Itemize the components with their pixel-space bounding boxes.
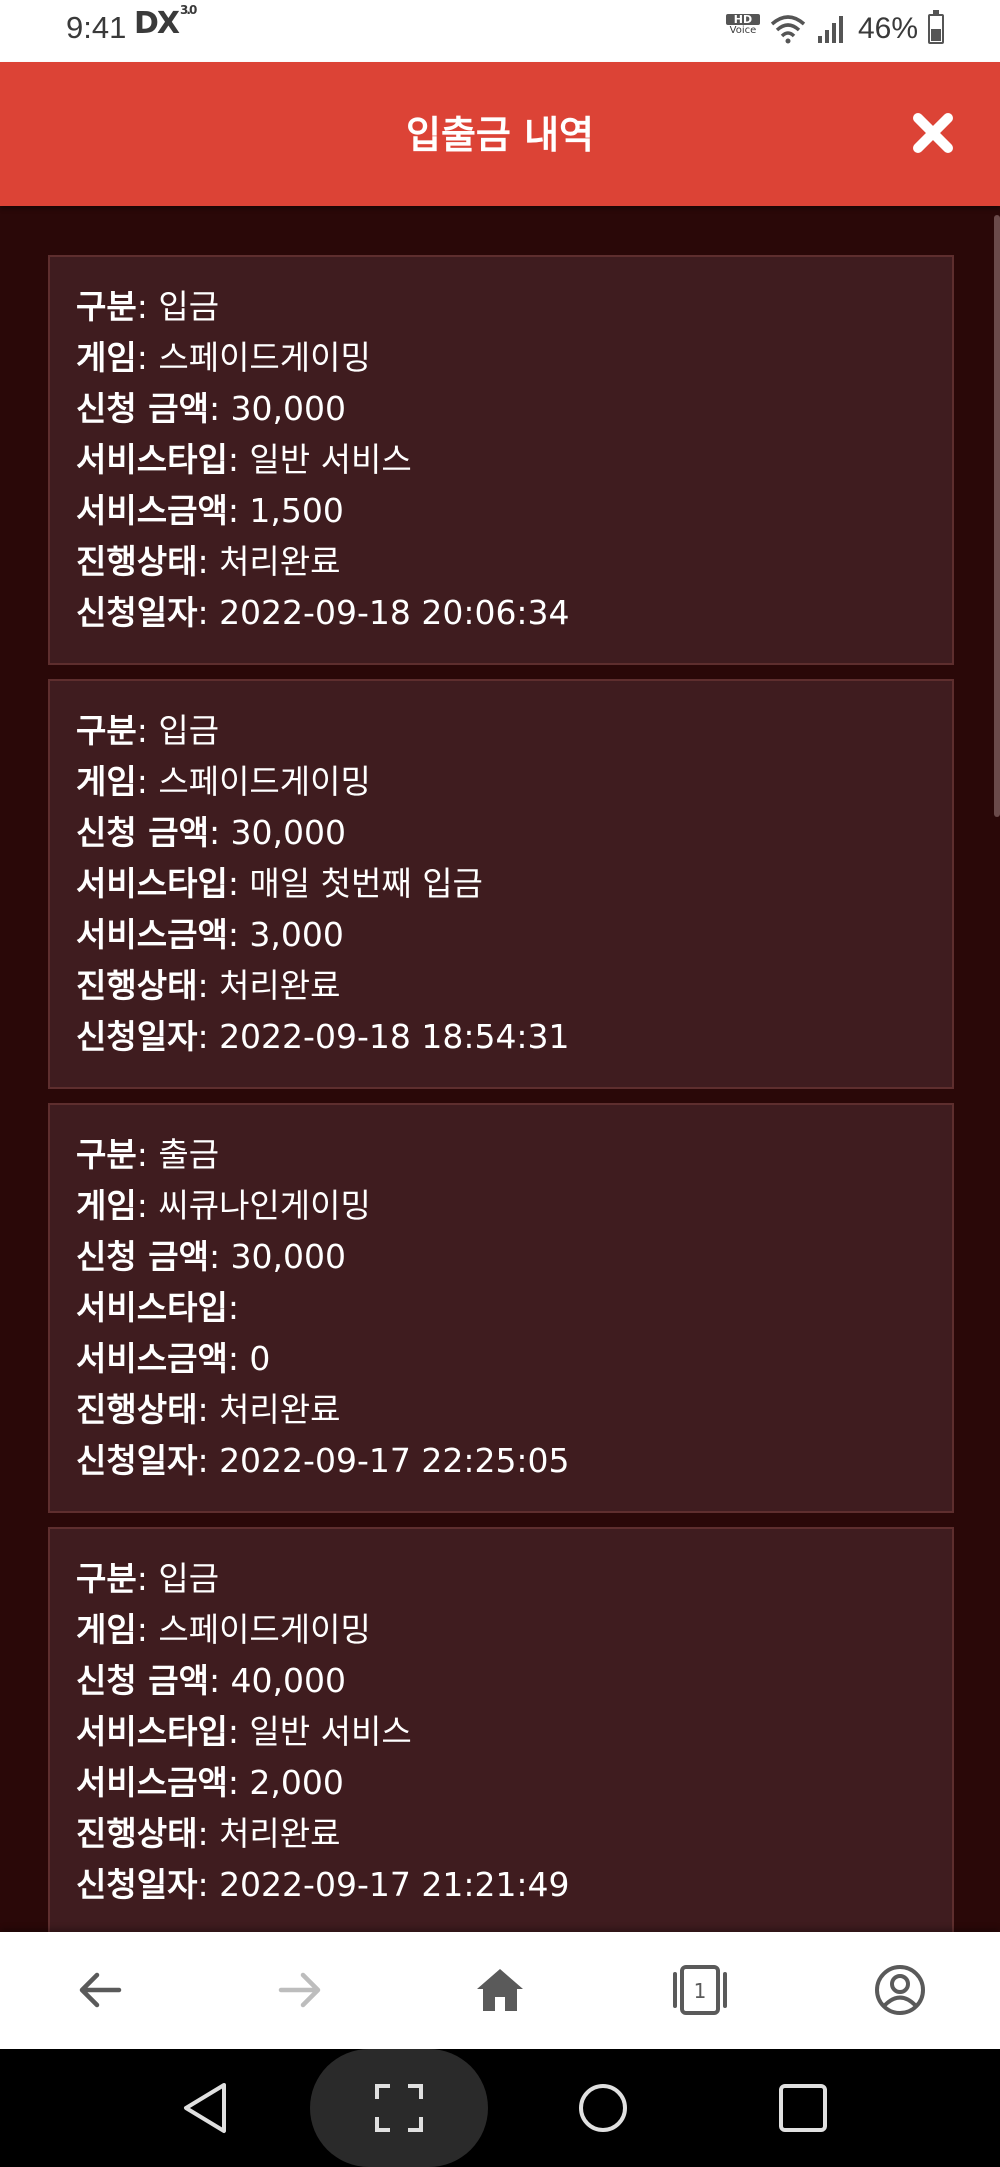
home-icon	[477, 1969, 523, 2011]
tabs-count: 1	[694, 1979, 707, 2003]
game-row: 게임: 스페이드게이밍	[76, 1610, 371, 1649]
transaction-card: 구분: 입금 게임: 스페이드게이밍 신청 금액: 30,000 서비스타입: …	[48, 255, 954, 665]
amount-row: 신청 금액: 40,000	[76, 1661, 347, 1700]
hd-voice-icon: HD Voice	[725, 14, 760, 44]
amount-row: 신청 금액: 30,000	[76, 389, 347, 428]
screen-capture-button[interactable]	[364, 2073, 434, 2143]
date-row: 신청일자: 2022-09-17 22:25:05	[76, 1441, 570, 1480]
close-icon	[913, 113, 953, 153]
amount-row: 신청 금액: 30,000	[76, 813, 347, 852]
arrow-right-icon	[278, 1972, 321, 2008]
wifi-icon	[770, 15, 806, 44]
system-navigation-bar	[0, 2049, 1000, 2167]
system-home-button[interactable]	[568, 2073, 638, 2143]
service-amount-row: 서비스금액: 2,000	[76, 1763, 344, 1802]
type-row: 구분: 출금	[76, 1135, 220, 1174]
status-row: 진행상태: 처리완료	[76, 542, 341, 581]
close-button[interactable]	[908, 108, 958, 158]
scrollbar[interactable]	[994, 215, 1000, 817]
account-button[interactable]	[870, 1960, 930, 2020]
account-icon	[875, 1965, 925, 2015]
signal-icon	[817, 16, 843, 43]
service-amount-row: 서비스금액: 1,500	[76, 491, 344, 530]
square-recents-icon	[779, 2084, 827, 2132]
status-indicators: HD Voice 46%	[725, 10, 944, 46]
amount-row: 신청 금액: 30,000	[76, 1237, 347, 1276]
system-recents-button[interactable]	[768, 2073, 838, 2143]
tabs-button[interactable]: 1	[670, 1960, 730, 2020]
circle-home-icon	[579, 2084, 627, 2132]
game-row: 게임: 스페이드게이밍	[76, 338, 371, 377]
back-button[interactable]	[70, 1960, 130, 2020]
date-row: 신청일자: 2022-09-18 20:06:34	[76, 593, 570, 632]
browser-toolbar: 1	[0, 1932, 1000, 2049]
home-button[interactable]	[470, 1960, 530, 2020]
triangle-back-icon	[184, 2083, 226, 2133]
transaction-card: 구분: 출금 게임: 씨큐나인게이밍 신청 금액: 30,000 서비스타입: …	[48, 1103, 954, 1513]
game-row: 게임: 씨큐나인게이밍	[76, 1186, 371, 1225]
page-title: 입출금 내역	[405, 113, 595, 157]
forward-button[interactable]	[270, 1960, 330, 2020]
tabs-icon: 1	[673, 1965, 727, 2015]
status-time: 9:41	[66, 10, 127, 45]
service-amount-row: 서비스금액: 3,000	[76, 915, 344, 954]
page-header: 입출금 내역	[0, 62, 1000, 206]
transaction-card: 구분: 입금 게임: 스페이드게이밍 신청 금액: 30,000 서비스타입: …	[48, 679, 954, 1089]
battery-icon	[928, 10, 944, 44]
dx-icon: DX 3.0	[134, 3, 197, 41]
date-row: 신청일자: 2022-09-17 21:21:49	[76, 1865, 570, 1904]
type-row: 구분: 입금	[76, 711, 220, 750]
transaction-list: 구분: 입금 게임: 스페이드게이밍 신청 금액: 30,000 서비스타입: …	[48, 255, 954, 1951]
status-row: 진행상태: 처리완료	[76, 1390, 341, 1429]
system-back-button[interactable]	[170, 2073, 240, 2143]
battery-percentage: 46%	[857, 12, 918, 45]
status-bar: 9:41 DX 3.0 HD Voice 46%	[0, 0, 1000, 62]
service-type-row: 서비스타입:	[76, 1288, 239, 1327]
capture-frame-icon	[375, 2084, 423, 2132]
type-row: 구분: 입금	[76, 1559, 220, 1598]
game-row: 게임: 스페이드게이밍	[76, 762, 371, 801]
transaction-card: 구분: 입금 게임: 스페이드게이밍 신청 금액: 40,000 서비스타입: …	[48, 1527, 954, 1937]
service-amount-row: 서비스금액: 0	[76, 1339, 271, 1378]
service-type-row: 서비스타입: 일반 서비스	[76, 440, 412, 479]
status-row: 진행상태: 처리완료	[76, 1814, 341, 1853]
status-row: 진행상태: 처리완료	[76, 966, 341, 1005]
service-type-row: 서비스타입: 매일 첫번째 입금	[76, 864, 483, 903]
arrow-left-icon	[79, 1972, 122, 2008]
service-type-row: 서비스타입: 일반 서비스	[76, 1712, 412, 1751]
date-row: 신청일자: 2022-09-18 18:54:31	[76, 1017, 570, 1056]
type-row: 구분: 입금	[76, 287, 220, 326]
